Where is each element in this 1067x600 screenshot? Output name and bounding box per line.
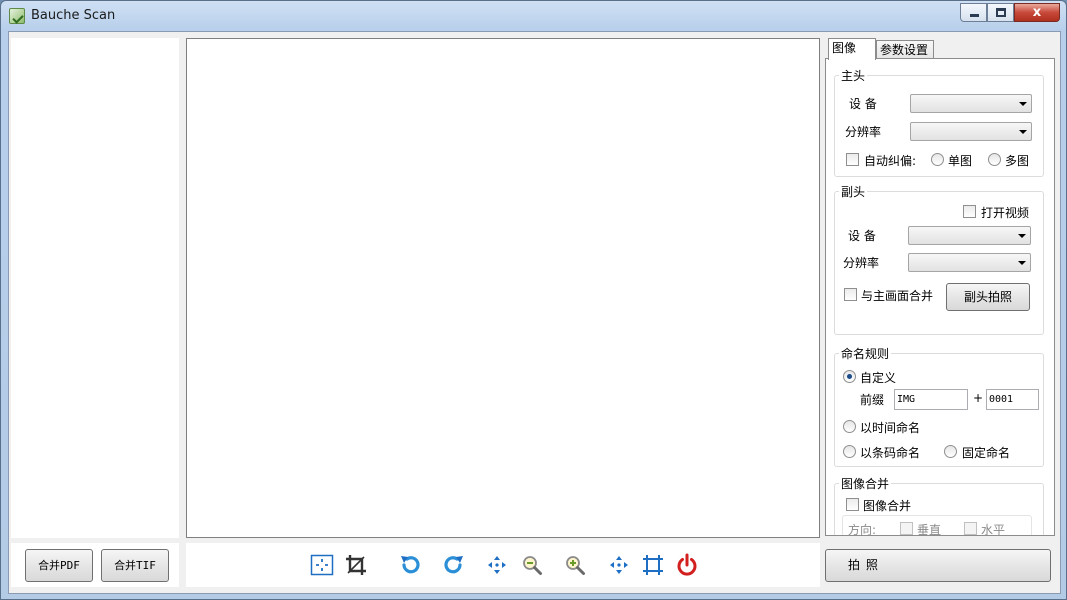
actual-size-icon[interactable]	[641, 553, 665, 577]
direction-label: 方向:	[848, 523, 877, 536]
merge-pdf-button[interactable]: 合并PDF	[25, 549, 93, 582]
prefix-label: 前缀	[860, 393, 885, 407]
multi-image-label: 多图	[1005, 154, 1030, 168]
move-icon[interactable]	[485, 553, 509, 577]
crop-icon[interactable]	[344, 553, 368, 577]
settings-panel: 图像 参数设置 主头 设 备 分辨率 自动纠偏: 单图 多图 副头 打开视频 设…	[825, 38, 1055, 536]
image-merge-label: 图像合并	[863, 499, 912, 513]
zoom-in-icon[interactable]	[563, 553, 587, 577]
horizontal-checkbox[interactable]	[964, 522, 977, 535]
multi-image-radio[interactable]	[988, 153, 1001, 166]
chevron-down-icon	[1018, 234, 1026, 238]
auto-deskew-label: 自动纠偏:	[864, 154, 917, 168]
shoot-area: 拍 照	[825, 543, 1055, 587]
time-name-radio[interactable]	[843, 420, 856, 433]
naming-rule-title: 命名规则	[839, 345, 892, 362]
main-device-select[interactable]	[910, 94, 1032, 113]
minimize-icon	[970, 14, 979, 17]
rotate-right-icon[interactable]	[442, 553, 466, 577]
merge-tif-button[interactable]: 合并TIF	[101, 549, 169, 582]
sub-resolution-label: 分辨率	[843, 256, 880, 270]
single-image-radio[interactable]	[931, 153, 944, 166]
image-merge-checkbox[interactable]	[846, 498, 859, 511]
sub-device-select[interactable]	[908, 226, 1031, 245]
custom-name-radio[interactable]	[843, 370, 856, 383]
image-tab-page: 主头 设 备 分辨率 自动纠偏: 单图 多图 副头 打开视频 设 备 分辨率 与…	[825, 58, 1055, 536]
sub-camera-title: 副头	[839, 183, 868, 200]
barcode-name-label: 以条码命名	[860, 446, 921, 460]
main-device-label: 设 备	[849, 97, 877, 111]
single-image-label: 单图	[948, 154, 973, 168]
fixed-name-radio[interactable]	[944, 445, 957, 458]
app-icon	[9, 8, 25, 24]
main-resolution-select[interactable]	[910, 122, 1032, 141]
prefix-input[interactable]: IMG	[894, 389, 968, 410]
merge-with-main-checkbox[interactable]	[844, 288, 857, 301]
close-button[interactable]: x	[1014, 3, 1060, 22]
image-merge-title: 图像合并	[839, 475, 892, 492]
client-area: 合并PDF 合并TIF 图像 参数设置 主头 设 备 分辨率 自动纠偏: 单图 …	[8, 31, 1061, 594]
zoom-out-icon[interactable]	[520, 553, 544, 577]
merge-button-area: 合并PDF 合并TIF	[11, 543, 179, 587]
sub-device-label: 设 备	[848, 229, 876, 243]
main-camera-title: 主头	[839, 67, 868, 84]
rotate-left-icon[interactable]	[398, 553, 422, 577]
fit-icon[interactable]	[607, 553, 631, 577]
app-window: Bauche Scan x 合并PDF 合并TIF 图像 参数设置 主头 设 备…	[0, 0, 1067, 600]
chevron-down-icon	[1019, 102, 1027, 106]
image-toolbar	[186, 543, 820, 587]
select-area-icon[interactable]	[310, 553, 334, 577]
chevron-down-icon	[1018, 261, 1026, 265]
open-video-checkbox[interactable]	[963, 205, 976, 218]
window-title: Bauche Scan	[31, 8, 116, 23]
vertical-checkbox[interactable]	[900, 522, 913, 535]
horizontal-label: 水平	[981, 523, 1006, 536]
vertical-label: 垂直	[917, 523, 942, 536]
thumbnail-list[interactable]	[11, 38, 179, 538]
custom-name-label: 自定义	[860, 371, 897, 385]
main-resolution-label: 分辨率	[845, 125, 882, 139]
barcode-name-radio[interactable]	[843, 445, 856, 458]
time-name-label: 以时间命名	[860, 421, 921, 435]
tab-image[interactable]: 图像	[828, 38, 876, 60]
shoot-button[interactable]: 拍 照	[825, 549, 1051, 582]
plus-label: +	[973, 391, 984, 405]
close-icon: x	[1032, 5, 1042, 20]
minimize-button[interactable]	[960, 3, 987, 22]
sub-resolution-select[interactable]	[908, 253, 1031, 272]
counter-input[interactable]: 0001	[986, 389, 1039, 410]
chevron-down-icon	[1019, 130, 1027, 134]
auto-deskew-checkbox[interactable]	[846, 153, 859, 166]
image-preview[interactable]	[186, 38, 820, 538]
window-controls: x	[960, 3, 1060, 22]
open-video-label: 打开视频	[981, 206, 1030, 220]
power-icon[interactable]	[675, 553, 699, 577]
fixed-name-label: 固定命名	[962, 446, 1011, 460]
maximize-button[interactable]	[987, 3, 1014, 22]
merge-with-main-label: 与主画面合并	[861, 289, 934, 303]
maximize-icon	[996, 8, 1006, 17]
title-bar[interactable]: Bauche Scan x	[1, 1, 1066, 31]
sub-capture-button[interactable]: 副头拍照	[946, 283, 1030, 311]
tab-settings[interactable]: 参数设置	[876, 40, 934, 60]
